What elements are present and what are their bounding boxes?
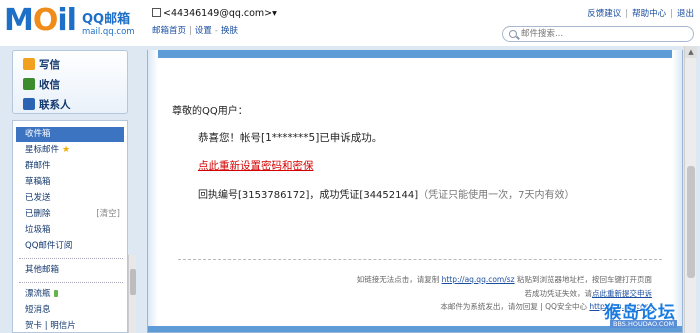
star-icon: ★ xyxy=(62,145,71,155)
folder-label: 其他邮箱 xyxy=(25,265,60,275)
link-logout[interactable]: 退出 xyxy=(677,9,694,19)
folder-label: QQ邮件订阅 xyxy=(25,241,73,251)
folder-starred[interactable]: 星标邮件 ★ xyxy=(16,143,124,158)
folder-label: 群邮件 xyxy=(25,161,51,171)
folder-other-mailboxes[interactable]: 其他邮箱 xyxy=(16,263,124,278)
folder-drift-bottle[interactable]: 漂流瓶 xyxy=(16,287,124,302)
aq-sz-link[interactable]: http://aq.qq.com/sz xyxy=(442,275,515,284)
receipt-note: （凭证只能使用一次，7天内有效） xyxy=(418,190,575,201)
folder-label: 草稿箱 xyxy=(25,177,51,187)
header-sublinks: 邮箱首页 | 设置 - 换肤 xyxy=(152,24,238,36)
qq-mail-logo[interactable]: MOil QQ邮箱 mail.qq.com xyxy=(4,4,139,40)
contacts-label: 联系人 xyxy=(39,99,71,111)
dashed-divider xyxy=(178,259,662,260)
receipt-numbers: 回执编号[3153786172]，成功凭证[34452144] xyxy=(198,190,419,201)
account-email: <44346149@qq.com> xyxy=(163,8,273,19)
footer-text: 本邮件为系统发出，请勿回复 | QQ安全中心 xyxy=(440,302,587,311)
footer-text: 若成功凭证失效，请 xyxy=(524,289,593,298)
folder-qq-subscriptions[interactable]: QQ邮件订阅 xyxy=(16,239,124,254)
separator: | xyxy=(189,26,192,36)
link-help-center[interactable]: 帮助中心 xyxy=(632,9,666,19)
inbox-download-icon xyxy=(23,78,35,90)
contacts-button[interactable]: 联系人 xyxy=(23,97,71,113)
message-top-band xyxy=(148,50,682,58)
footer-text: 如链接无法点击，请复制 xyxy=(356,275,440,284)
folder-label: 短消息 xyxy=(25,305,51,315)
bottle-icon xyxy=(53,290,58,297)
folder-short-messages[interactable]: 短消息 xyxy=(16,303,124,318)
receive-label: 收信 xyxy=(39,79,60,91)
message-right-border xyxy=(672,50,682,332)
compose-label: 写信 xyxy=(39,59,60,71)
divider xyxy=(19,258,123,259)
compose-button[interactable]: 写信 xyxy=(23,57,60,73)
message-greeting: 尊敬的QQ用户： xyxy=(172,106,248,117)
message-left-border xyxy=(148,50,158,332)
scrollbar-thumb[interactable] xyxy=(687,166,695,278)
contacts-icon xyxy=(23,98,35,110)
folder-drafts[interactable]: 草稿箱 xyxy=(16,175,124,190)
scrollbar-thumb[interactable] xyxy=(130,269,136,295)
folder-list: 收件箱 星标邮件 ★ 群邮件 草稿箱 已发送 已删除 [清空] 垃圾箱 QQ邮件订阅… xyxy=(12,120,128,333)
folder-cards-postcards[interactable]: 贺卡 | 明信片 xyxy=(16,319,124,332)
logo-wordmark: MOil xyxy=(4,3,77,38)
divider xyxy=(19,282,123,283)
link-mailbox-home[interactable]: 邮箱首页 xyxy=(152,26,186,36)
folder-inbox[interactable]: 收件箱 xyxy=(16,127,124,142)
main-frame: 写信 收信 联系人 收件箱 星标邮件 ★ 群邮件 草稿箱 已发送 已删除 [清空] … xyxy=(0,46,700,333)
account-icon xyxy=(152,8,161,17)
receipt-info: 回执编号[3153786172]，成功凭证[34452144]（凭证只能使用一次… xyxy=(198,186,575,201)
link-change-skin[interactable]: 换肤 xyxy=(221,26,238,36)
separator: | xyxy=(625,9,629,19)
footer-text: 粘贴到浏览器地址栏，按回车键打开页面 xyxy=(517,275,652,284)
message-bottom-band xyxy=(148,326,682,332)
scroll-up-arrow-icon[interactable]: ▲ xyxy=(685,46,697,58)
watermark-url: BBS.HOUDAO.COM xyxy=(610,320,678,328)
footer-line-1: 如链接无法点击，请复制 http://aq.qq.com/sz 粘贴到浏览器地址… xyxy=(357,274,652,285)
logo-domain: mail.qq.com xyxy=(82,27,135,37)
folder-label: 收件箱 xyxy=(25,129,51,139)
logo-brand: QQ邮箱 xyxy=(82,12,131,27)
search-icon[interactable] xyxy=(509,30,517,38)
top-links: 反馈建议 | 帮助中心 | 退出 xyxy=(587,7,694,19)
message-view: 尊敬的QQ用户： 恭喜您！帐号[1*******5]已申诉成功。 点此重新设置密… xyxy=(147,50,683,333)
link-settings[interactable]: 设置 xyxy=(195,26,212,36)
folder-label: 垃圾箱 xyxy=(25,225,51,235)
folder-label: 漂流瓶 xyxy=(25,289,51,299)
folder-label: 已删除 xyxy=(25,209,51,219)
resubmit-appeal-link[interactable]: 点此重新提交申诉 xyxy=(592,289,652,298)
appeal-success-text: 恭喜您！帐号[1*******5]已申诉成功。 xyxy=(198,132,383,144)
houdao-watermark: 猴岛论坛 BBS.HOUDAO.COM xyxy=(604,298,694,330)
main-scrollbar[interactable]: ▲ xyxy=(684,46,697,333)
receive-button[interactable]: 收信 xyxy=(23,77,60,93)
sidebar-scrollbar[interactable] xyxy=(128,255,136,333)
folder-deleted[interactable]: 已删除 [清空] xyxy=(16,207,124,222)
mail-search-box[interactable] xyxy=(502,26,694,42)
folder-sent[interactable]: 已发送 xyxy=(16,191,124,206)
qq-mail-window: MOil QQ邮箱 mail.qq.com <44346149@qq.com>▾… xyxy=(0,0,700,333)
search-input[interactable] xyxy=(521,28,686,40)
account-switcher[interactable]: <44346149@qq.com>▾ xyxy=(152,8,277,19)
sidebar-actions: 写信 收信 联系人 xyxy=(12,50,128,114)
separator: - xyxy=(214,26,218,36)
chevron-down-icon: ▾ xyxy=(272,8,277,19)
folder-label: 贺卡 | 明信片 xyxy=(25,321,76,331)
folder-label: 星标邮件 xyxy=(25,145,60,155)
reset-password-link[interactable]: 点此重新设置密码和密保 xyxy=(198,158,314,173)
separator: | xyxy=(670,9,673,19)
sidebar: 写信 收信 联系人 收件箱 星标邮件 ★ 群邮件 草稿箱 已发送 已删除 [清空] … xyxy=(12,50,136,333)
header: MOil QQ邮箱 mail.qq.com <44346149@qq.com>▾… xyxy=(0,0,700,46)
empty-trash-link[interactable]: [清空] xyxy=(96,207,120,222)
link-feedback[interactable]: 反馈建议 xyxy=(587,9,621,19)
pencil-icon xyxy=(23,58,35,70)
folder-group-mail[interactable]: 群邮件 xyxy=(16,159,124,174)
folder-spam[interactable]: 垃圾箱 xyxy=(16,223,124,238)
folder-label: 已发送 xyxy=(25,193,51,203)
